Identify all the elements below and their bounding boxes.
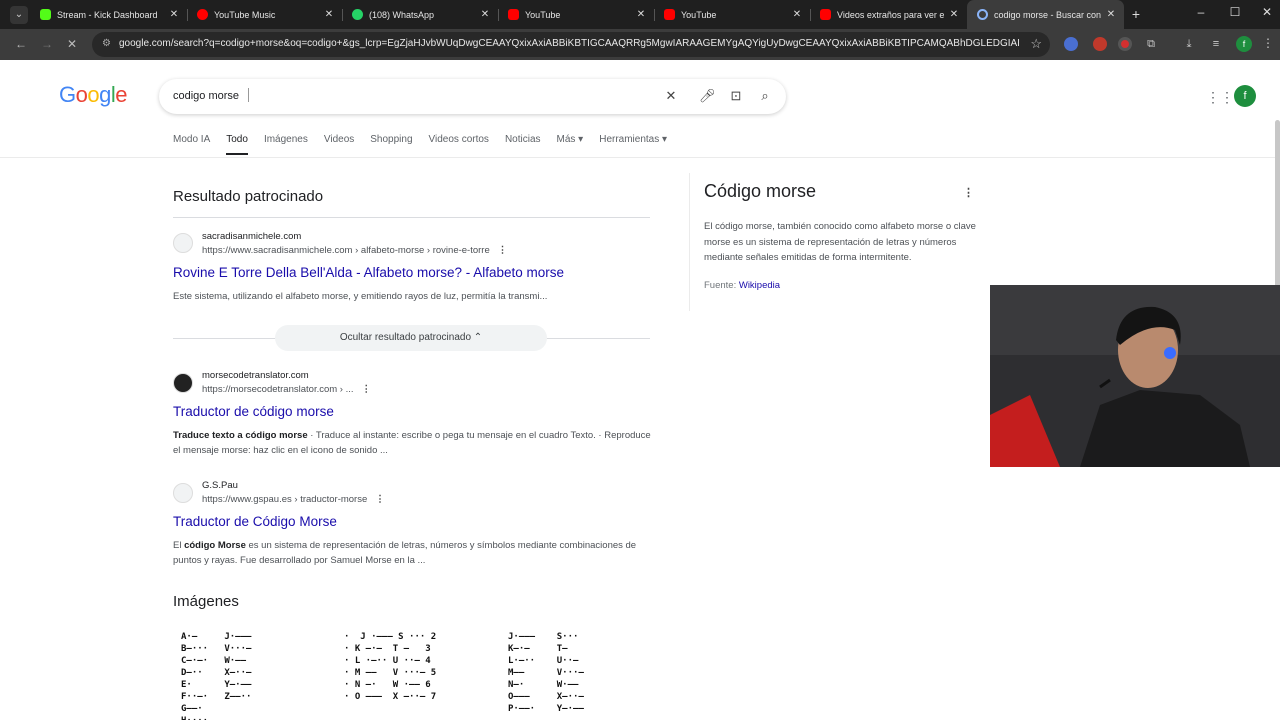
result-site-name: morsecodetranslator.com bbox=[202, 370, 309, 381]
filter-mas[interactable]: Más ▾ bbox=[557, 134, 584, 155]
filter-videos[interactable]: Videos bbox=[324, 134, 354, 155]
webcam-person-image bbox=[990, 285, 1280, 467]
tab-kick-dashboard[interactable]: Stream - Kick Dashboard ✕ bbox=[30, 0, 187, 29]
window-close-icon[interactable]: ✕ bbox=[1257, 5, 1277, 19]
record-extension-icon[interactable] bbox=[1118, 37, 1132, 51]
extensions-puzzle-icon[interactable]: ⧉ bbox=[1144, 37, 1158, 51]
site-favicon-icon bbox=[173, 373, 193, 393]
result-site-name: G.S.Pau bbox=[202, 480, 238, 491]
result-snippet: Este sistema, utilizando el alfabeto mor… bbox=[173, 291, 548, 302]
extension-icon[interactable] bbox=[1064, 37, 1078, 51]
chrome-profile-avatar[interactable]: f bbox=[1236, 36, 1252, 52]
tab-youtube-music[interactable]: YouTube Music ✕ bbox=[187, 0, 342, 29]
kick-icon bbox=[40, 9, 51, 20]
wikipedia-link[interactable]: Wikipedia bbox=[739, 280, 780, 291]
account-avatar[interactable]: f bbox=[1234, 85, 1256, 107]
filter-noticias[interactable]: Noticias bbox=[505, 134, 541, 155]
tab-videos-extranos[interactable]: Videos extraños para ver e ✕ bbox=[810, 0, 967, 29]
tab-whatsapp[interactable]: (108) WhatsApp ✕ bbox=[342, 0, 498, 29]
close-icon[interactable]: ✕ bbox=[790, 9, 804, 20]
filter-shopping[interactable]: Shopping bbox=[370, 134, 412, 155]
image-result[interactable]: J·——— S··· K—·— T— L·—·· U··— M—— V···— … bbox=[500, 625, 648, 720]
forward-icon[interactable]: → bbox=[39, 36, 55, 52]
images-heading: Imágenes bbox=[173, 593, 239, 610]
search-icon[interactable]: ⌕ bbox=[757, 88, 773, 104]
tab-codigo-morse[interactable]: codigo morse - Buscar con ✕ bbox=[967, 0, 1124, 29]
divider bbox=[173, 217, 650, 218]
image-result[interactable]: · J ·——— S ··· 2 · K —·— T — 3 · L ·—·· … bbox=[336, 625, 484, 720]
filter-herramientas[interactable]: Herramientas ▾ bbox=[599, 134, 667, 155]
youtube-icon bbox=[820, 9, 831, 20]
more-options-icon[interactable]: ⋮ bbox=[963, 186, 974, 199]
youtube-icon bbox=[664, 9, 675, 20]
close-icon[interactable]: ✕ bbox=[322, 9, 336, 20]
youtube-music-icon bbox=[197, 9, 208, 20]
back-icon[interactable]: ← bbox=[13, 36, 29, 52]
result-snippet: Traduce texto a código morse · Traduce a… bbox=[173, 430, 651, 456]
site-favicon-icon bbox=[173, 233, 193, 253]
filter-todo[interactable]: Todo bbox=[226, 134, 248, 155]
result-site-name: sacradisanmichele.com bbox=[202, 231, 302, 242]
tab-youtube-1[interactable]: YouTube ✕ bbox=[498, 0, 654, 29]
bookmark-star-icon[interactable]: ☆ bbox=[1030, 36, 1042, 52]
browser-toolbar: ← → ✕ ⚙ google.com/search?q=codigo+morse… bbox=[0, 29, 1280, 60]
google-logo[interactable]: Google bbox=[59, 82, 128, 108]
search-filters: Modo IA Todo Imágenes Videos Shopping Vi… bbox=[173, 134, 683, 155]
close-icon[interactable]: ✕ bbox=[478, 9, 492, 20]
webcam-overlay bbox=[990, 285, 1280, 467]
hide-sponsored-button[interactable]: Ocultar resultado patrocinado ⌃ bbox=[275, 325, 547, 351]
panel-divider bbox=[689, 173, 690, 311]
knowledge-panel-source: Fuente: Wikipedia bbox=[704, 280, 781, 291]
more-options-icon[interactable]: ⋮ bbox=[498, 245, 508, 256]
maximize-icon[interactable]: ☐ bbox=[1225, 5, 1245, 19]
clear-icon[interactable]: ✕ bbox=[663, 88, 679, 104]
close-icon[interactable]: ✕ bbox=[1104, 9, 1118, 20]
new-tab-icon[interactable]: + bbox=[1129, 6, 1143, 22]
site-info-icon[interactable]: ⚙ bbox=[102, 38, 114, 50]
extension-badge-icon[interactable] bbox=[1093, 37, 1107, 51]
page-scrollbar[interactable] bbox=[1275, 120, 1280, 300]
close-icon[interactable]: ✕ bbox=[634, 9, 648, 20]
text-cursor bbox=[248, 88, 249, 102]
chrome-menu-icon[interactable]: ⋮ bbox=[1262, 36, 1274, 50]
youtube-icon bbox=[508, 9, 519, 20]
microphone-icon[interactable]: 🎤︎ bbox=[699, 88, 716, 104]
knowledge-panel-title: Código morse bbox=[704, 181, 817, 201]
loading-icon bbox=[977, 9, 988, 20]
search-box[interactable]: codigo morse ✕ 🎤︎ ⊡ ⌕ bbox=[159, 79, 786, 114]
site-favicon-icon bbox=[173, 483, 193, 503]
filter-imagenes[interactable]: Imágenes bbox=[264, 134, 308, 155]
result-link[interactable]: Traductor de código morse bbox=[173, 404, 334, 419]
filters-divider bbox=[0, 157, 1280, 158]
browser-tab-bar: ⌄ Stream - Kick Dashboard ✕ YouTube Musi… bbox=[0, 0, 1280, 29]
search-input[interactable]: codigo morse bbox=[173, 90, 239, 102]
sponsored-heading: Resultado patrocinado bbox=[173, 188, 324, 205]
whatsapp-icon bbox=[352, 9, 363, 20]
result-url-path: https://www.gspau.es › traductor-morse ⋮ bbox=[202, 494, 385, 505]
more-options-icon[interactable]: ⋮ bbox=[375, 494, 385, 505]
filter-videos-cortos[interactable]: Videos cortos bbox=[429, 134, 489, 155]
download-icon[interactable]: ⤓ bbox=[1182, 37, 1196, 51]
address-bar[interactable]: ⚙ google.com/search?q=codigo+morse&oq=co… bbox=[92, 32, 1050, 57]
result-url-path: https://morsecodetranslator.com › ... ⋮ bbox=[202, 384, 372, 395]
more-options-icon[interactable]: ⋮ bbox=[362, 384, 372, 395]
result-url-path: https://www.sacradisanmichele.com › alfa… bbox=[202, 245, 508, 256]
stop-loading-icon[interactable]: ✕ bbox=[64, 36, 80, 52]
tab-search-icon[interactable]: ⌄ bbox=[10, 6, 28, 24]
sponsored-result-link[interactable]: Rovine E Torre Della Bell'Alda - Alfabet… bbox=[173, 265, 564, 280]
close-icon[interactable]: ✕ bbox=[947, 9, 961, 20]
lens-camera-icon[interactable]: ⊡ bbox=[728, 88, 744, 104]
media-control-icon[interactable]: ≡ bbox=[1209, 37, 1223, 51]
tab-youtube-2[interactable]: YouTube ✕ bbox=[654, 0, 810, 29]
close-icon[interactable]: ✕ bbox=[167, 9, 181, 20]
result-link[interactable]: Traductor de Código Morse bbox=[173, 514, 337, 529]
knowledge-panel-description: El código morse, también conocido como a… bbox=[704, 221, 976, 263]
image-result[interactable]: A·— J·——— B—··· V···— C—·—· W·—— D—·· X—… bbox=[173, 625, 321, 720]
minimize-icon[interactable]: – bbox=[1191, 5, 1211, 19]
filter-modo-ia[interactable]: Modo IA bbox=[173, 134, 210, 155]
result-snippet: El código Morse es un sistema de represe… bbox=[173, 540, 637, 566]
